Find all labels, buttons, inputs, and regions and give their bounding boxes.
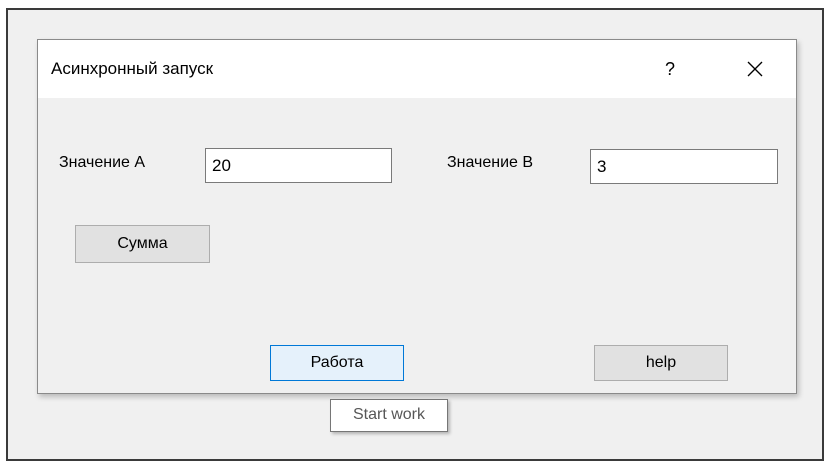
value-b-label: Значение В bbox=[447, 154, 534, 171]
title-help-button[interactable]: ? bbox=[650, 52, 690, 86]
title-bar: Асинхронный запуск ? bbox=[38, 40, 796, 98]
window-title: Асинхронный запуск bbox=[51, 59, 214, 78]
sum-button[interactable]: Сумма bbox=[75, 225, 210, 263]
work-button[interactable]: Работа bbox=[270, 345, 404, 381]
dialog-window: Асинхронный запуск ? Значение А 20 Значе… bbox=[37, 39, 797, 394]
work-tooltip: Start work bbox=[330, 399, 448, 432]
screenshot-frame: Асинхронный запуск ? Значение А 20 Значе… bbox=[6, 8, 824, 461]
value-a-label: Значение А bbox=[59, 154, 146, 171]
close-icon bbox=[747, 61, 763, 77]
help-button[interactable]: help bbox=[594, 345, 728, 381]
value-b-input[interactable]: 3 bbox=[590, 149, 778, 184]
value-a-input[interactable]: 20 bbox=[205, 148, 392, 183]
close-button[interactable] bbox=[735, 52, 775, 86]
